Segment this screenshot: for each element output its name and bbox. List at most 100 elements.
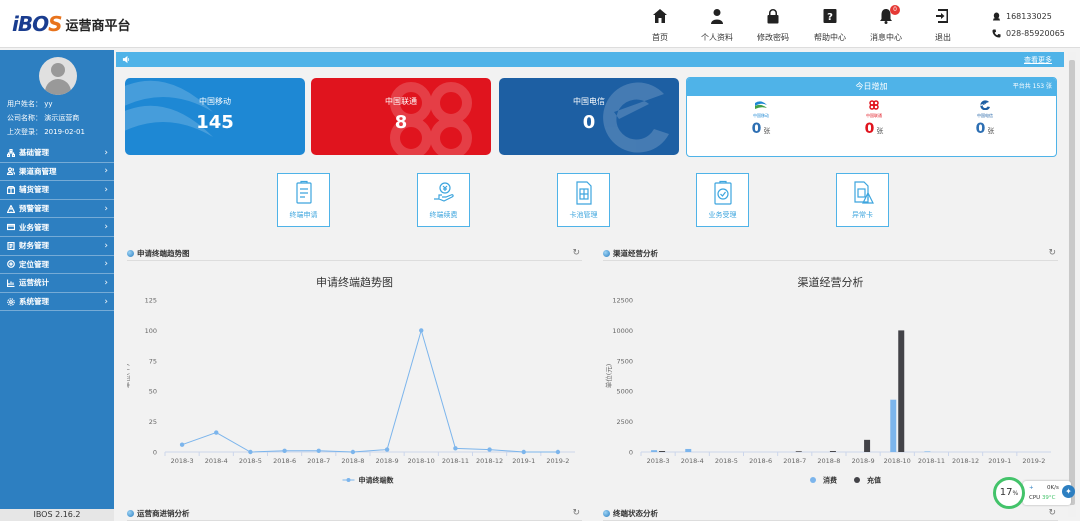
x-tick-label: 2018-12 (952, 457, 979, 465)
x-tick-label: 2018-9 (376, 457, 399, 465)
announcement-bar: 查看更多 (116, 52, 1064, 67)
sidebar-menu: 基础管理 › 渠道商管理 › 辅货管理 › 预警管理 › 业务管理 › 财务管理 › 定位管… (0, 144, 114, 312)
panel-header-operator: 运营商进销分析 ↻ (127, 507, 582, 521)
cpu-temp: 39°C (1041, 495, 1056, 501)
quick-terminal-apply[interactable]: 终端申请 (277, 173, 330, 227)
quick-business-accept[interactable]: 业务受理 (696, 173, 749, 227)
data-point (214, 430, 219, 435)
y-tick-label: 0 (629, 449, 633, 457)
sidebar-item-warning[interactable]: 预警管理 › (0, 200, 114, 219)
quick-abnormal-card[interactable]: 异常卡 (836, 173, 889, 227)
series-line (181, 328, 558, 453)
sidebar-item-basic[interactable]: 基础管理 › (0, 144, 114, 163)
net-speed: 0K/s (1047, 485, 1059, 491)
gear-icon (7, 297, 15, 306)
speaker-icon (122, 55, 130, 64)
warning-icon (7, 204, 15, 213)
platform-title: 运营商平台 (65, 18, 131, 34)
phone-icon (992, 29, 1001, 38)
y-tick-label: 100 (145, 327, 157, 335)
y-tick-label: 5000 (616, 388, 633, 396)
home-icon (653, 9, 667, 23)
avatar[interactable] (39, 57, 77, 95)
sidebar-item-statistics[interactable]: 运营统计 › (0, 274, 114, 293)
bar (924, 451, 931, 452)
contact-phone: 028-85920065 (992, 29, 1065, 38)
bar (864, 439, 871, 452)
chevron-right-icon: › (104, 277, 108, 288)
refresh-icon[interactable]: ↻ (572, 248, 580, 258)
cpu-monitor-widget[interactable]: + 0K/s CPU 39°C 17% ✦ (993, 474, 1078, 510)
hand-coin-icon (433, 182, 454, 202)
y-tick-label: 50 (149, 388, 157, 396)
scrollbar[interactable] (1068, 52, 1076, 517)
sidebar-item-channel[interactable]: 渠道商管理 › (0, 163, 114, 182)
chevron-right-icon: › (104, 166, 108, 177)
help-icon: ? (823, 9, 837, 23)
nav-profile[interactable]: 个人资料 (687, 8, 747, 43)
nav-help[interactable]: ? 帮助中心 (800, 8, 860, 43)
nav-logout[interactable]: 退出 (913, 8, 973, 43)
panel-header-status: 终端状态分析 ↻ (603, 507, 1058, 521)
x-tick-label: 2019-2 (1022, 457, 1045, 465)
quick-terminal-renew[interactable]: 终端续费 (417, 173, 470, 227)
data-point (555, 449, 561, 455)
refresh-icon[interactable]: ↻ (1048, 248, 1056, 258)
nav-change-password[interactable]: 修改密码 (743, 8, 803, 43)
terminal-chart-title: 申请终端趋势图 (316, 276, 393, 289)
location-icon (7, 260, 15, 269)
china-mobile-count: 145 (196, 112, 234, 133)
today-title: 今日增加 (855, 82, 888, 91)
qq-icon (992, 12, 1001, 21)
sidebar-item-system[interactable]: 系统管理 › (0, 293, 114, 312)
bar (651, 450, 658, 452)
china-unicom-count: 8 (394, 112, 408, 133)
x-tick-label: 2018-4 (681, 457, 704, 465)
channel-analysis-chart: 0 2500 5000 7500 10000 12500 单位(元) 2018-3 2018-4… (604, 297, 1051, 485)
data-point (179, 442, 185, 447)
x-tick-label: 2018-3 (647, 457, 670, 465)
nav-home[interactable]: 首页 (630, 8, 690, 43)
x-tick-label: 2018-6 (749, 457, 772, 465)
card-china-unicom[interactable]: 中国联通 8 (311, 78, 491, 155)
nav-messages[interactable]: 0 消息中心 (856, 5, 916, 43)
legend-marker (854, 477, 860, 483)
chevron-right-icon: › (104, 259, 108, 270)
panel-header-channel: 渠道经营分析 ↻ (603, 247, 1058, 261)
card-china-mobile[interactable]: 中国移动 145 (125, 78, 305, 155)
legend-label: 申请终端数 (359, 476, 395, 485)
card-china-telecom[interactable]: 中国电信 0 (499, 78, 679, 155)
chevron-right-icon: › (104, 147, 108, 158)
y-tick-label: 125 (145, 297, 157, 305)
cpu-usage-ring: 17% (993, 477, 1025, 509)
chevron-right-icon: › (104, 184, 108, 195)
chevron-right-icon: › (104, 222, 108, 233)
bar (659, 451, 666, 452)
refresh-icon[interactable]: ↻ (572, 508, 580, 518)
chevron-right-icon: › (104, 240, 108, 251)
sidebar-item-business[interactable]: 业务管理 › (0, 218, 114, 237)
terminal-trend-chart: 0 25 50 75 100 125 单位(个) 2018-3 2018-4 2018-5 2018… (127, 297, 575, 485)
quick-card-pool[interactable]: 卡池管理 (557, 173, 610, 227)
x-tick-label: 2018-11 (918, 457, 945, 465)
x-tick-label: 2018-11 (442, 457, 469, 465)
panel-bullet-icon (127, 510, 134, 517)
users-icon (7, 167, 15, 176)
x-tick-label: 2018-7 (307, 457, 330, 465)
boost-button[interactable]: ✦ (1062, 485, 1075, 498)
sidebar-item-finance[interactable]: 财务管理 › (0, 237, 114, 256)
sidebar-item-location[interactable]: 定位管理 › (0, 256, 114, 275)
message-count-badge: 0 (890, 5, 900, 15)
panel-bullet-icon (603, 510, 610, 517)
sidebar-item-stock[interactable]: 辅货管理 › (0, 181, 114, 200)
panel-bullet-icon (127, 250, 134, 257)
view-more-link[interactable]: 查看更多 (1024, 55, 1052, 65)
china-mobile-logo-icon (755, 101, 767, 109)
lock-icon (767, 9, 779, 24)
data-point (316, 448, 321, 453)
scrollbar-thumb[interactable] (1069, 60, 1075, 505)
legend-label: 充值 (867, 476, 881, 485)
x-tick-label: 2019-1 (988, 457, 1011, 465)
chevron-right-icon: › (104, 203, 108, 214)
app-logo[interactable]: iBOS 运营商平台 (12, 12, 131, 36)
